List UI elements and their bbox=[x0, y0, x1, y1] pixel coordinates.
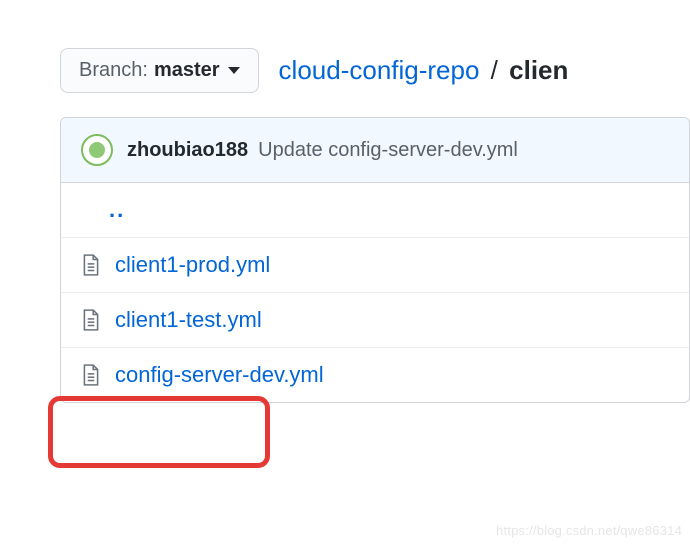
avatar[interactable] bbox=[81, 134, 113, 166]
breadcrumb-sep: / bbox=[491, 55, 498, 85]
breadcrumb-repo-link[interactable]: cloud-config-repo bbox=[279, 55, 480, 85]
caret-down-icon bbox=[228, 67, 240, 74]
commit-header: zhoubiao188 Update config-server-dev.yml bbox=[61, 118, 689, 183]
header-row: Branch: master cloud-config-repo / clien bbox=[60, 48, 690, 93]
commit-message[interactable]: Update config-server-dev.yml bbox=[258, 139, 518, 162]
file-icon bbox=[81, 364, 101, 386]
branch-label: Branch: bbox=[79, 59, 148, 82]
file-link[interactable]: config-server-dev.yml bbox=[115, 362, 324, 388]
commit-author[interactable]: zhoubiao188 bbox=[127, 139, 248, 162]
file-row[interactable]: client1-test.yml bbox=[61, 293, 689, 348]
parent-dir-link[interactable]: .. bbox=[109, 197, 125, 223]
branch-selector[interactable]: Branch: master bbox=[60, 48, 259, 93]
watermark-text: https://blog.csdn.net/qwe86314 bbox=[496, 523, 682, 538]
highlight-annotation bbox=[48, 396, 270, 468]
file-row[interactable]: config-server-dev.yml bbox=[61, 348, 689, 402]
file-link[interactable]: client1-test.yml bbox=[115, 307, 262, 333]
parent-dir-row[interactable]: .. bbox=[61, 183, 689, 238]
branch-name: master bbox=[154, 59, 220, 82]
repo-file-list: Branch: master cloud-config-repo / clien… bbox=[0, 0, 690, 403]
breadcrumb: cloud-config-repo / clien bbox=[279, 55, 569, 86]
file-list: zhoubiao188 Update config-server-dev.yml… bbox=[60, 117, 690, 403]
file-row[interactable]: client1-prod.yml bbox=[61, 238, 689, 293]
file-icon bbox=[81, 309, 101, 331]
breadcrumb-current: clien bbox=[509, 55, 568, 85]
avatar-image bbox=[87, 140, 107, 160]
file-icon bbox=[81, 254, 101, 276]
file-link[interactable]: client1-prod.yml bbox=[115, 252, 270, 278]
